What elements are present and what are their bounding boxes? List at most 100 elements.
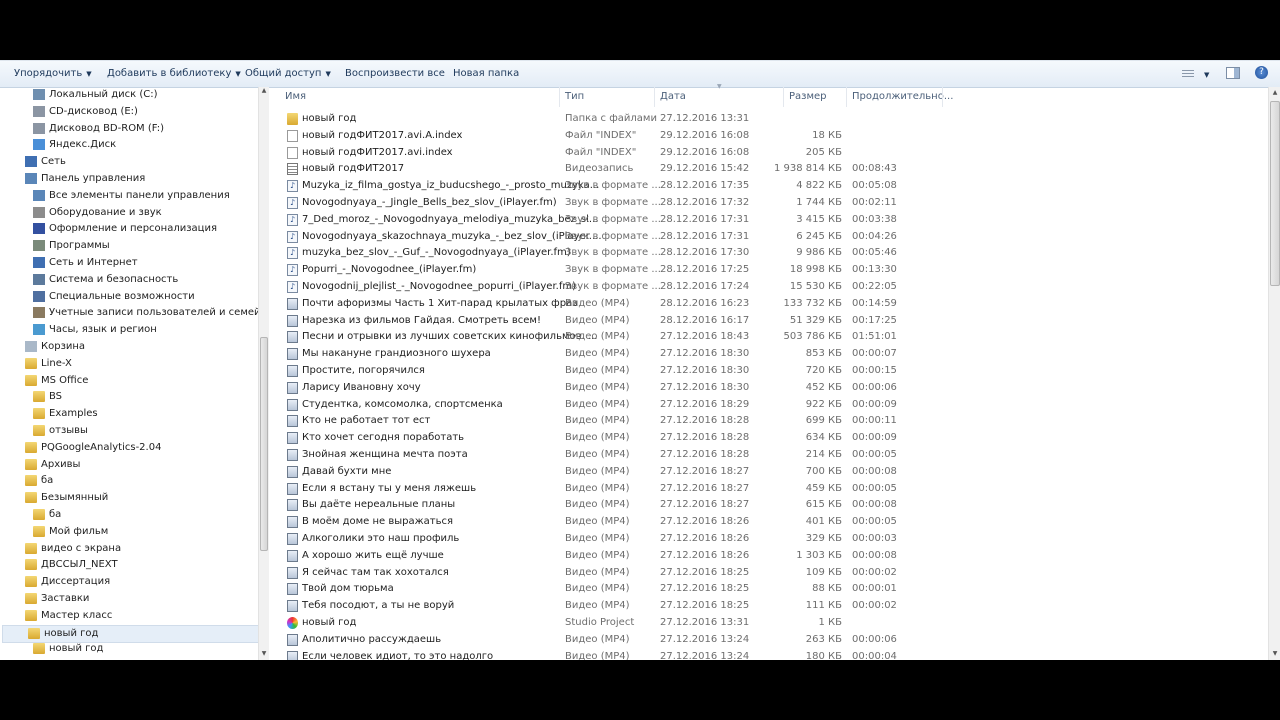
column-divider[interactable] <box>783 87 784 107</box>
nav-item[interactable]: BS <box>0 389 258 405</box>
nav-item[interactable]: Яндекс.Диск <box>0 137 258 153</box>
file-list-scrollbar[interactable]: ▲ ▼ <box>1268 87 1280 660</box>
nav-item[interactable]: Локальный диск (C:) <box>0 87 258 103</box>
file-row[interactable]: Кто не работает тот ест Видео (MP4) 27.12.… <box>277 413 1267 429</box>
nav-item[interactable]: Оборудование и звук <box>0 205 258 221</box>
nav-item[interactable]: видео с экрана <box>0 541 258 557</box>
file-row[interactable]: Студентка, комсомолка, спортсменка Видео … <box>277 397 1267 413</box>
file-row[interactable]: новый год Studio Project 27.12.2016 13:31 1… <box>277 615 1267 631</box>
file-row[interactable]: Простите, погорячился Видео (MP4) 27.12.20… <box>277 363 1267 379</box>
explorer-window: Упорядочить ▼ Добавить в библиотеку ▼ Общи… <box>0 60 1280 660</box>
column-header-type[interactable]: Тип <box>565 91 584 102</box>
add-to-library-button[interactable]: Добавить в библиотеку ▼ <box>107 68 241 79</box>
column-header-duration[interactable]: Продолжительно... <box>852 91 953 102</box>
file-row[interactable]: Аполитично рассуждаешь Видео (MP4) 27.12.2… <box>277 632 1267 648</box>
nav-item[interactable]: Заставки <box>0 591 258 607</box>
nav-item[interactable]: Сеть <box>0 154 258 170</box>
column-header-size[interactable]: Размер <box>789 91 827 102</box>
nav-item[interactable]: отзывы <box>0 423 258 439</box>
nav-item[interactable]: Система и безопасность <box>0 272 258 288</box>
nav-item[interactable]: Мой фильм <box>0 524 258 540</box>
nav-item[interactable]: Оформление и персонализация <box>0 221 258 237</box>
network-icon <box>25 156 37 168</box>
nav-item[interactable]: новый год <box>2 624 258 643</box>
view-dropdown-arrow-icon[interactable]: ▼ <box>1200 69 1209 80</box>
nav-item[interactable]: ба <box>0 507 258 523</box>
file-row[interactable]: Почти афоризмы Часть 1 Хит-парад крылаты… <box>277 296 1267 312</box>
file-row[interactable]: Я сейчас там так хохотался Видео (MP4) 27.… <box>277 565 1267 581</box>
nav-item[interactable]: ДВССЫЛ_NEXT <box>0 557 258 573</box>
nav-item[interactable]: CD-дисковод (E:) <box>0 104 258 120</box>
file-row[interactable]: ♪ Novogodnyaya_skazochnaya_muzyka_-_bez_s… <box>277 229 1267 245</box>
nav-item[interactable]: Все элементы панели управления <box>0 188 258 204</box>
file-row[interactable]: Алкоголики это наш профиль Видео (MP4) 27.… <box>277 531 1267 547</box>
file-row[interactable]: Мы накануне грандиозного шухера Видео (MP… <box>277 346 1267 362</box>
column-header-name[interactable]: Имя <box>285 91 306 102</box>
nav-item[interactable]: Line-X <box>0 356 258 372</box>
nav-item[interactable]: Архивы <box>0 457 258 473</box>
view-options-icon[interactable] <box>1182 70 1194 79</box>
file-row[interactable]: Тебя посодют, а ты не воруй Видео (MP4) 27… <box>277 598 1267 614</box>
nav-item[interactable]: Examples <box>0 406 258 422</box>
nav-item[interactable]: ба <box>0 473 258 489</box>
nav-item[interactable]: новый год <box>0 641 258 657</box>
file-row[interactable]: Если я встану ты у меня ляжешь Видео (MP4… <box>277 481 1267 497</box>
cloud-icon <box>33 139 45 151</box>
nav-item[interactable]: Диссертация <box>0 574 258 590</box>
nav-item[interactable]: MS Office <box>0 373 258 389</box>
file-row[interactable]: ♪ Popurri_-_Novogodnee_(iPlayer.fm) Звук в… <box>277 262 1267 278</box>
nav-item[interactable]: Дисковод BD-ROM (F:) <box>0 121 258 137</box>
nav-item[interactable]: Сеть и Интернет <box>0 255 258 271</box>
nav-item[interactable]: Специальные возможности <box>0 289 258 305</box>
file-row[interactable]: новый годФИТ2017.avi.index Файл "INDEX" 29… <box>277 145 1267 161</box>
file-row[interactable]: Вы даёте нереальные планы Видео (MP4) 27.1… <box>277 497 1267 513</box>
file-row[interactable]: А хорошо жить ещё лучше Видео (MP4) 27.12.… <box>277 548 1267 564</box>
scroll-up-arrow-icon[interactable]: ▲ <box>259 87 269 97</box>
scroll-up-arrow-icon[interactable]: ▲ <box>1269 89 1280 99</box>
nav-item[interactable]: Программы <box>0 238 258 254</box>
share-button[interactable]: Общий доступ ▼ <box>245 68 331 79</box>
column-divider[interactable] <box>654 87 655 107</box>
file-row[interactable]: Давай бухти мне Видео (MP4) 27.12.2016 18:… <box>277 464 1267 480</box>
nav-item[interactable]: Учетные записи пользователей и семейная … <box>0 305 258 321</box>
nav-item[interactable]: PQGoogleAnalytics-2.04 <box>0 440 258 456</box>
file-row[interactable]: Ларису Ивановну хочу Видео (MP4) 27.12.201… <box>277 380 1267 396</box>
nav-item[interactable]: Мастер класс <box>0 608 258 624</box>
column-divider[interactable] <box>942 87 943 107</box>
file-row[interactable]: новый годФИТ2017 Видеозапись 29.12.2016 15… <box>277 161 1267 177</box>
file-row[interactable]: Нарезка из фильмов Гайдая. Смотреть всем… <box>277 313 1267 329</box>
scrollbar-thumb[interactable] <box>260 337 268 551</box>
nav-item[interactable]: Часы, язык и регион <box>0 322 258 338</box>
file-row[interactable]: Твой дом тюрьма Видео (MP4) 27.12.2016 18:… <box>277 581 1267 597</box>
preview-pane-icon[interactable] <box>1226 67 1240 79</box>
column-divider[interactable] <box>846 87 847 107</box>
scrollbar-thumb[interactable] <box>1270 101 1280 286</box>
organize-button[interactable]: Упорядочить ▼ <box>14 68 92 79</box>
new-folder-button[interactable]: Новая папка <box>453 68 519 79</box>
file-row[interactable]: Песни и отрывки из лучших советских кино… <box>277 329 1267 345</box>
file-date: 29.12.2016 16:08 <box>660 146 750 158</box>
column-divider[interactable] <box>559 87 560 107</box>
file-row[interactable]: Знойная женщина мечта поэта Видео (MP4) 27… <box>277 447 1267 463</box>
file-row[interactable]: ♪ Muzyka_iz_filma_gostya_iz_buducshego_-_… <box>277 178 1267 194</box>
file-row[interactable]: ♪ 7_Ded_moroz_-_Novogodnyaya_melodiya_muz… <box>277 212 1267 228</box>
file-row[interactable]: ♪ Novogodnyaya_-_Jingle_Bells_bez_slov_(i… <box>277 195 1267 211</box>
nav-item[interactable]: Безымянный <box>0 490 258 506</box>
scroll-down-arrow-icon[interactable]: ▼ <box>259 650 269 660</box>
play-all-button[interactable]: Воспроизвести все <box>345 68 445 79</box>
file-row[interactable]: В моём доме не выражаться Видео (MP4) 27.1… <box>277 514 1267 530</box>
file-row[interactable]: Если человек идиот, то это надолго Видео … <box>277 649 1267 660</box>
column-header-date[interactable]: Дата <box>660 91 686 102</box>
file-name: Давай бухти мне <box>302 465 392 477</box>
file-row[interactable]: Кто хочет сегодня поработать Видео (MP4) 2… <box>277 430 1267 446</box>
scroll-down-arrow-icon[interactable]: ▼ <box>1269 650 1280 660</box>
file-row[interactable]: новый годФИТ2017.avi.A.index Файл "INDEX"… <box>277 128 1267 144</box>
nav-item[interactable]: Панель управления <box>0 171 258 187</box>
file-row[interactable]: ♪ muzyka_bez_slov_-_Guf_-_Novogodnyaya_(i… <box>277 245 1267 261</box>
navigation-scrollbar[interactable]: ▲ ▼ <box>258 87 269 660</box>
nav-item-label: Все элементы панели управления <box>49 189 230 201</box>
file-row[interactable]: новый год Папка с файлами 27.12.2016 13:31 <box>277 111 1267 127</box>
file-row[interactable]: ♪ Novogodnij_plejlist_-_Novogodnee_popurr… <box>277 279 1267 295</box>
nav-item[interactable]: Корзина <box>0 339 258 355</box>
help-icon[interactable]: ? <box>1255 66 1268 79</box>
